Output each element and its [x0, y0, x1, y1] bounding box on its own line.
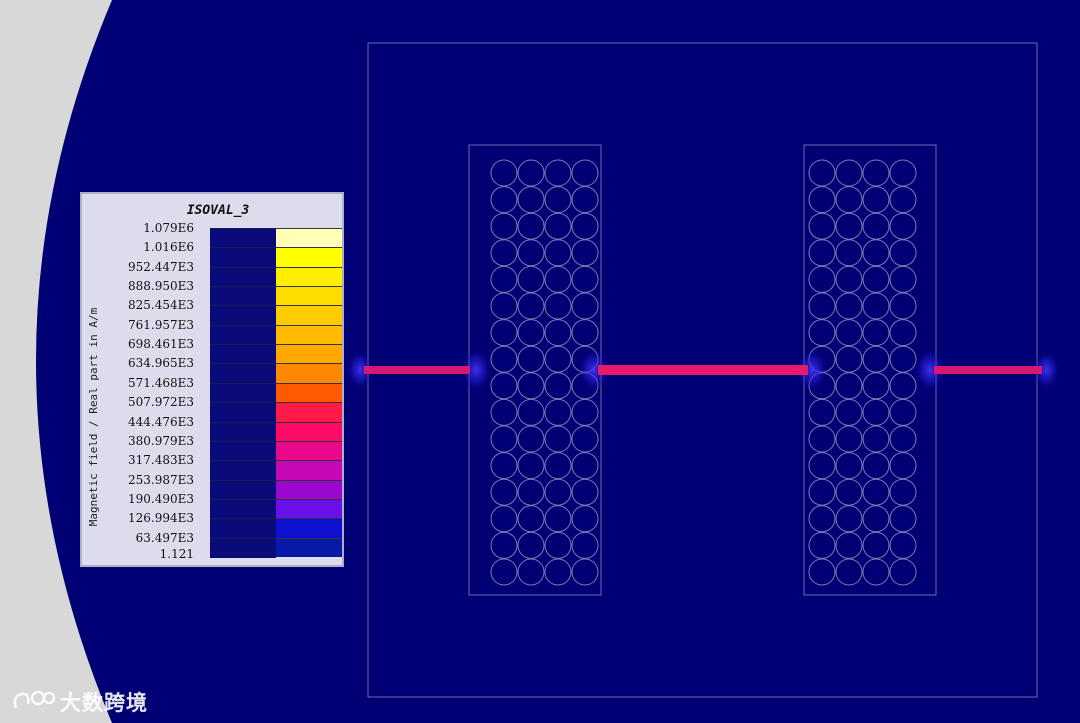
legend-color-band [276, 537, 342, 558]
legend-band-divider [210, 363, 276, 365]
infinity-logo-icon [13, 690, 56, 709]
legend-band-divider [210, 305, 276, 307]
legend-tick-label: 380.979E3 [127, 433, 194, 448]
legend-title: ISOVAL_3 [186, 203, 250, 218]
watermark: 大数跨境 [10, 688, 148, 716]
legend-tick-label: 317.483E3 [127, 453, 194, 468]
legend-color-band [276, 440, 342, 461]
legend-color-band [276, 266, 342, 287]
legend-band-divider [210, 228, 276, 229]
legend-tick-label: 634.965E3 [127, 356, 194, 371]
legend-band-divider [210, 498, 276, 500]
legend-band-divider [210, 537, 276, 539]
legend-band-divider [210, 286, 276, 288]
legend-color-band [276, 421, 342, 442]
legend-color-band [276, 247, 342, 268]
legend-band-divider [210, 266, 276, 268]
legend-band-divider [210, 421, 276, 423]
legend-tick-label: 507.972E3 [127, 395, 194, 410]
conductor-strips [364, 365, 1042, 375]
conductor-strip [364, 366, 470, 374]
legend-color-band [276, 518, 342, 539]
legend-color-band [276, 286, 342, 306]
legend-color-band [276, 324, 342, 345]
legend-band-divider [210, 440, 276, 442]
legend-band-divider [210, 479, 276, 481]
legend-band-divider [210, 460, 276, 462]
legend-tick-label: 888.950E3 [127, 279, 194, 294]
legend-band-divider [210, 344, 276, 346]
legend-color-band [276, 479, 342, 500]
legend-color-band [276, 382, 342, 403]
legend-color-band [276, 460, 342, 481]
color-legend: ISOVAL_3 Magnetic field / Real part in A… [80, 192, 344, 567]
conductor-strip [598, 365, 808, 375]
legend-tick-label: 444.476E3 [127, 414, 194, 429]
conductor-strip [934, 366, 1042, 374]
legend-band-divider [210, 382, 276, 384]
legend-color-band [276, 498, 342, 519]
legend-color-band [276, 344, 342, 364]
legend-quantity-label: Magnetic field / Real part in A/m [87, 307, 100, 527]
legend-tick-label: 952.447E3 [127, 259, 194, 274]
legend-color-band [276, 305, 342, 326]
legend-tick-label: 571.468E3 [127, 375, 194, 390]
legend-tick-label: 126.994E3 [127, 511, 194, 526]
legend-band-divider [210, 324, 276, 326]
legend-band-divider [210, 402, 276, 404]
legend-band-divider [210, 518, 276, 520]
legend-tick-label: 253.987E3 [127, 472, 194, 487]
legend-color-band [276, 363, 342, 384]
legend-tick-label: 698.461E3 [127, 337, 194, 352]
legend-tick-label: 1.016E6 [143, 240, 194, 255]
legend-tick-label: 761.957E3 [127, 317, 194, 332]
legend-tick-label: 1.079E6 [143, 221, 194, 235]
legend-tick-label: 1.121 [159, 546, 194, 561]
watermark-text: 大数跨境 [60, 691, 148, 715]
legend-tick-label: 63.497E3 [135, 530, 194, 545]
legend-color-band [276, 402, 342, 422]
legend-dark-strip [210, 228, 276, 558]
legend-band-divider [210, 247, 276, 249]
legend-tick-label: 190.490E3 [127, 491, 194, 506]
legend-color-band [276, 228, 342, 248]
legend-tick-label: 825.454E3 [127, 298, 194, 313]
